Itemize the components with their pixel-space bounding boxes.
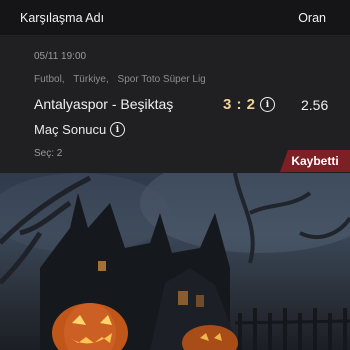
- match-score: 3 : 2: [223, 96, 256, 113]
- odd-value: 2.56: [301, 97, 329, 113]
- league-path: Futbol, Türkiye, Spor Toto Süper Lig: [34, 74, 212, 85]
- selection: Seç: 2: [34, 148, 63, 159]
- background-image: [0, 173, 350, 350]
- league-path-sport: Futbol,: [34, 74, 65, 85]
- odds-column-title: Oran: [298, 10, 326, 25]
- info-icon-glyph: i: [265, 99, 270, 110]
- info-icon-glyph: i: [115, 124, 120, 135]
- status-badge: Kaybetti: [280, 150, 350, 172]
- match-name-column-title: Karşılaşma Adı: [20, 10, 105, 25]
- league-path-league: Spor Toto Süper Lig: [117, 74, 206, 85]
- info-icon[interactable]: i: [260, 97, 275, 112]
- info-icon[interactable]: i: [110, 122, 125, 137]
- match-datetime: 05/11 19:00: [34, 51, 87, 62]
- header: Karşılaşma Adı Oran: [0, 0, 350, 36]
- match-teams: Antalyaspor - Beşiktaş: [34, 96, 174, 112]
- market-name: Maç Sonucu: [34, 122, 107, 137]
- league-path-country: Türkiye,: [73, 74, 109, 85]
- haunted-house-illustration: [0, 173, 350, 350]
